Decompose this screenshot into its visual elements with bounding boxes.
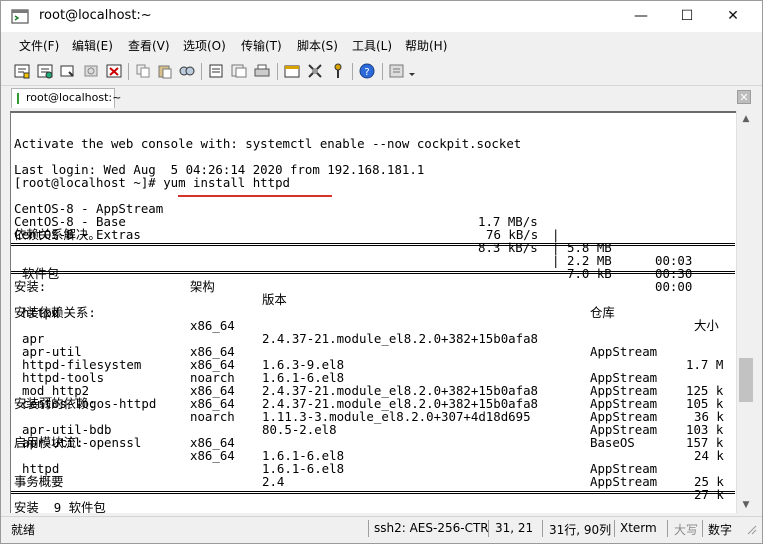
- toolbar: ?: [1, 58, 762, 86]
- status-caps-lock: 大写: [674, 523, 699, 537]
- new-session-icon[interactable]: [13, 62, 31, 80]
- menu-options[interactable]: 选项(O): [183, 37, 226, 54]
- menu-tools[interactable]: 工具(L): [352, 37, 392, 54]
- section-label: 安装依赖关系:: [14, 305, 96, 320]
- close-session-icon[interactable]: [105, 62, 123, 80]
- session-options-icon[interactable]: [283, 62, 301, 80]
- title-bar: root@localhost:~ — ☐ ✕: [1, 1, 762, 32]
- menu-view[interactable]: 查看(V): [128, 37, 170, 54]
- table-row: apr-util-bdb x86_64 1.6.1-6.el8 AppStrea…: [22, 422, 724, 489]
- toolbar-separator: [382, 63, 383, 80]
- double-rule: [11, 271, 735, 274]
- copy-icon[interactable]: [134, 62, 152, 80]
- status-terminal-type: Xterm: [620, 521, 657, 535]
- menu-edit[interactable]: 编辑(E): [72, 37, 113, 54]
- scroll-thumb[interactable]: [739, 358, 753, 402]
- open-session-icon[interactable]: [36, 62, 54, 80]
- session-tab-strip: root@localhost:~ ✕: [1, 86, 762, 110]
- status-cipher: ssh2: AES-256-CTR: [374, 521, 489, 535]
- print-icon[interactable]: [230, 62, 248, 80]
- status-num-lock: 数字: [708, 523, 733, 537]
- terminal-view[interactable]: Activate the web console with: systemctl…: [10, 111, 736, 513]
- scroll-up-arrow-icon[interactable]: ▲: [740, 113, 752, 125]
- double-rule: [11, 243, 735, 246]
- status-separator: [488, 520, 489, 537]
- menu-transfer[interactable]: 传输(T): [241, 37, 282, 54]
- status-bar: 就绪 ssh2: AES-256-CTR 31, 21 31行, 90列 Xte…: [1, 516, 762, 539]
- help-icon[interactable]: ?: [358, 62, 376, 80]
- maximize-button[interactable]: ☐: [664, 1, 710, 32]
- find-icon[interactable]: [178, 62, 196, 80]
- terminal-line: 依赖关系解决。: [14, 227, 101, 242]
- resize-grip-icon[interactable]: [745, 523, 757, 535]
- table-row: centos-logos-httpd noarch 80.5-2.el8 Bas…: [22, 396, 724, 463]
- vertical-scrollbar[interactable]: ▲ ▼: [736, 111, 755, 513]
- menu-help[interactable]: 帮助(H): [405, 37, 447, 54]
- double-rule: [11, 491, 735, 494]
- status-separator: [702, 520, 703, 537]
- reconnect-icon[interactable]: [59, 62, 77, 80]
- session-tab[interactable]: root@localhost:~: [11, 88, 121, 108]
- svg-text:?: ?: [364, 67, 369, 78]
- section-label: 安装:: [14, 279, 47, 294]
- repo-row: CentOS-8 - AppStream 1.7 MB/s | 5.8 MB 0…: [14, 201, 693, 268]
- status-cursor-position: 31, 21: [495, 521, 534, 535]
- close-tab-button[interactable]: ✕: [737, 90, 751, 104]
- scroll-down-arrow-icon[interactable]: ▼: [740, 499, 752, 511]
- script-icon[interactable]: [388, 62, 406, 80]
- print-setup-icon[interactable]: [207, 62, 225, 80]
- disconnect-icon[interactable]: [82, 62, 100, 80]
- menu-script[interactable]: 脚本(S): [297, 37, 338, 54]
- minimize-button[interactable]: —: [618, 1, 664, 32]
- session-tab-label: root@localhost:~: [26, 91, 122, 104]
- status-separator: [614, 520, 615, 537]
- status-rows-cols: 31行, 90列: [549, 523, 612, 537]
- terminal-command-line: [root@localhost ~]# yum install httpd: [14, 175, 291, 190]
- table-row: apr-util-openssl x86_64 1.6.1-6.el8 AppS…: [22, 435, 724, 502]
- connected-indicator: [17, 93, 19, 104]
- section-label: 启用模块流:: [14, 435, 84, 450]
- close-button[interactable]: ✕: [710, 1, 756, 32]
- terminal-line: 安装 9 软件包: [14, 500, 106, 513]
- chevron-down-icon[interactable]: [407, 62, 417, 80]
- table-row: httpd 2.4: [22, 461, 285, 489]
- table-row: httpd-filesystem noarch 2.4.37-21.module…: [22, 357, 724, 424]
- status-separator: [667, 520, 668, 537]
- status-separator: [542, 520, 543, 537]
- section-label: 安装弱的依赖:: [14, 396, 96, 411]
- app-icon: [11, 9, 29, 24]
- global-options-icon[interactable]: [306, 62, 324, 80]
- repo-row: CentOS-8 - Extras 8.3 kB/s | 7.0 kB 00:0…: [14, 227, 693, 294]
- toolbar-separator: [277, 63, 278, 80]
- table-row: httpd-tools x86_64 2.4.37-21.module_el8.…: [22, 370, 724, 437]
- toolbar-separator: [201, 63, 202, 80]
- table-row: apr x86_64 1.6.3-9.el8 AppStream 125 k: [22, 331, 724, 398]
- table-row: apr-util x86_64 1.6.1-6.el8 AppStream 10…: [22, 344, 724, 411]
- securecrt-window: root@localhost:~ — ☐ ✕ 文件(F) 编辑(E) 查看(V)…: [0, 0, 763, 544]
- table-header: 软件包 架构 版本 仓库 大小: [22, 266, 719, 333]
- toolbar-separator: [352, 63, 353, 80]
- printer-icon[interactable]: [253, 62, 271, 80]
- section-label: 事务概要: [14, 474, 64, 489]
- terminal-line: Activate the web console with: systemctl…: [14, 136, 522, 151]
- keymap-icon[interactable]: [329, 62, 347, 80]
- table-row: httpd x86_64 2.4.37-21.module_el8.2.0+38…: [22, 305, 724, 372]
- menu-bar: 文件(F) 编辑(E) 查看(V) 选项(O) 传输(T) 脚本(S) 工具(L…: [1, 32, 762, 58]
- window-title: root@localhost:~: [39, 8, 152, 23]
- repo-row: CentOS-8 - Base 76 kB/s | 2.2 MB 00:30: [14, 214, 693, 281]
- paste-icon[interactable]: [156, 62, 174, 80]
- menu-file[interactable]: 文件(F): [19, 37, 59, 54]
- status-ready: 就绪: [11, 523, 36, 537]
- toolbar-separator: [128, 63, 129, 80]
- status-separator: [368, 520, 369, 537]
- table-row: mod_http2 x86_64 1.11.3-3.module_el8.2.0…: [22, 383, 724, 450]
